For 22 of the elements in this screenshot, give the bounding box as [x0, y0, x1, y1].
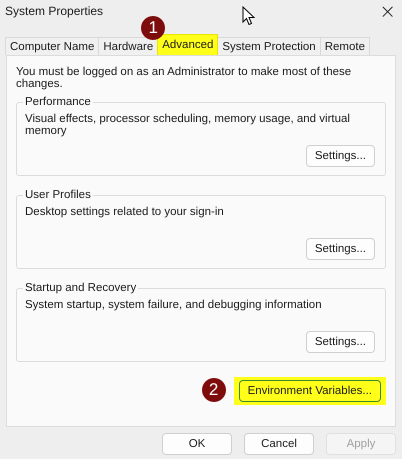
- group-title: Startup and Recovery: [23, 282, 138, 294]
- environment-variables-button[interactable]: Environment Variables...: [238, 380, 381, 402]
- dialog-button[interactable]: OK: [162, 433, 232, 455]
- notice-text: You must be logged on as an Administrator to make most of these changes.: [16, 66, 352, 90]
- tab[interactable]: Remote: [320, 37, 370, 55]
- settings-button[interactable]: Settings...: [306, 238, 375, 260]
- close-button[interactable]: ×: [373, 1, 402, 21]
- step-badge: 2: [202, 378, 226, 402]
- tab[interactable]: Advanced: [157, 34, 218, 55]
- settings-button[interactable]: Settings...: [306, 145, 375, 167]
- group-title: Performance: [23, 96, 93, 108]
- group-title: User Profiles: [23, 189, 93, 201]
- group-description: Desktop settings related to your sign-in: [25, 206, 225, 218]
- settings-button[interactable]: Settings...: [306, 331, 375, 353]
- dialog-button[interactable]: Cancel: [244, 433, 314, 455]
- group-description: System startup, system failure, and debugging information: [25, 299, 323, 311]
- group-description: Visual effects, processor scheduling, memory usage, and virtual memory: [25, 113, 351, 137]
- step-badge: 1: [141, 16, 166, 40]
- mouse-pointer-icon: [242, 6, 256, 26]
- tab[interactable]: Computer Name: [5, 37, 100, 55]
- tab[interactable]: System Protection: [217, 37, 321, 55]
- window-title: System Properties: [5, 4, 104, 18]
